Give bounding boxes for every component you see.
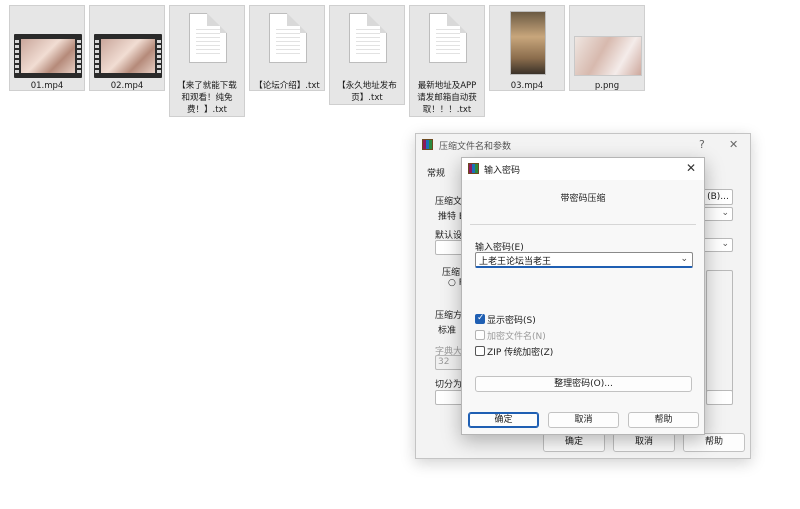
split-label: 切分为	[435, 380, 463, 390]
update-mode-select[interactable]: ⌄	[703, 207, 733, 221]
tab-general[interactable]: 常规	[427, 166, 445, 179]
archive-name-label: 压缩文	[435, 197, 463, 207]
cancel-button[interactable]: 取消	[548, 412, 619, 428]
show-password-checkbox[interactable]: 显示密码(S)	[475, 313, 536, 326]
file-txt-forum-intro[interactable]: 【论坛介绍】.txt	[249, 5, 325, 91]
password-dialog: 输入密码 ✕ 带密码压缩 输入密码(E) 上老王论坛当老王 ⌄ 显示密码(S) …	[461, 157, 705, 435]
dialog-title: 输入密码	[484, 166, 521, 176]
text-file-icon	[429, 13, 467, 63]
file-p-png[interactable]: p.png	[569, 5, 645, 91]
cancel-button[interactable]: 取消	[613, 433, 675, 452]
dialog-title: 压缩文件名和参数	[439, 142, 512, 152]
winrar-icon	[422, 139, 433, 150]
help-button[interactable]: 帮助	[628, 412, 699, 428]
file-02-mp4[interactable]: 02.mp4	[89, 5, 165, 91]
ok-button[interactable]: 确定	[468, 412, 539, 428]
set-password-button[interactable]	[706, 390, 733, 405]
organize-passwords-button[interactable]: 整理密码(O)...	[475, 376, 692, 392]
checkbox-label: 加密文件名(N)	[487, 331, 546, 342]
file-txt-latest-address-app[interactable]: 最新地址及APP 请发邮箱自动获 取！！！.txt	[409, 5, 485, 117]
close-icon[interactable]: ✕	[686, 161, 696, 175]
chevron-down-icon[interactable]: ⌄	[680, 254, 688, 264]
checkbox-icon	[475, 346, 485, 356]
options-select[interactable]: ⌄	[703, 238, 733, 252]
text-file-icon	[269, 13, 307, 63]
zip-legacy-checkbox[interactable]: ZIP 传统加密(Z)	[475, 345, 554, 358]
checkbox-checked-icon	[475, 313, 485, 324]
file-name: p.png	[594, 81, 620, 91]
file-name: 【论坛介绍】.txt	[254, 81, 320, 91]
ok-button[interactable]: 确定	[543, 433, 605, 452]
method-value[interactable]: 标准	[438, 323, 456, 336]
checkbox-label: ZIP 传统加密(Z)	[487, 347, 554, 358]
archive-format-label: 压缩	[442, 268, 461, 278]
text-file-icon	[349, 13, 387, 63]
password-value: 上老王论坛当老王	[479, 257, 552, 267]
file-name: 【来了就能下载 和观看！纯免 费！】.txt	[177, 81, 237, 115]
help-button[interactable]: 帮助	[683, 433, 745, 452]
video-thumbnail	[14, 34, 82, 78]
dialog-subtitle: 带密码压缩	[560, 194, 606, 204]
browse-button[interactable]: (B)...	[703, 189, 733, 205]
file-name: 最新地址及APP 请发邮箱自动获 取！！！.txt	[417, 81, 477, 115]
file-name: 01.mp4	[30, 81, 64, 91]
text-file-icon	[189, 13, 227, 63]
method-label: 压缩方	[435, 311, 463, 321]
dialog-titlebar: 输入密码 ✕	[462, 158, 704, 180]
checkbox-label: 显示密码(S)	[487, 315, 536, 326]
help-icon[interactable]: ?	[699, 138, 705, 151]
file-name: 02.mp4	[110, 81, 144, 91]
checkbox-icon	[475, 330, 485, 340]
dialog-titlebar: 压缩文件名和参数 ? ✕	[416, 134, 750, 156]
password-input[interactable]: 上老王论坛当老王 ⌄	[475, 252, 693, 268]
options-group	[706, 270, 733, 394]
winrar-icon	[468, 163, 479, 174]
file-txt-permanent-address[interactable]: 【永久地址发布 页】.txt	[329, 5, 405, 105]
file-name: 【永久地址发布 页】.txt	[337, 81, 397, 103]
video-thumbnail	[94, 34, 162, 78]
video-thumbnail	[510, 11, 546, 75]
encrypt-filenames-checkbox: 加密文件名(N)	[475, 329, 546, 342]
image-thumbnail	[574, 36, 642, 76]
file-01-mp4[interactable]: 01.mp4	[9, 5, 85, 91]
file-03-mp4[interactable]: 03.mp4	[489, 5, 565, 91]
close-icon[interactable]: ✕	[729, 138, 738, 151]
divider	[470, 224, 696, 225]
file-txt-free-download[interactable]: 【来了就能下载 和观看！纯免 费！】.txt	[169, 5, 245, 117]
file-name: 03.mp4	[510, 81, 544, 91]
